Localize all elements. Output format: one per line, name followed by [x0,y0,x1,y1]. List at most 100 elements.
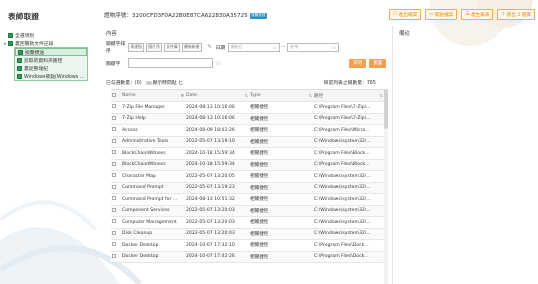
checkbox-icon[interactable] [112,104,116,109]
table-row[interactable]: Disk Cleanup 2022-05-07 13:20:03 相關捷徑 C:\Wi… [111,228,384,240]
add-button[interactable]: 新增 [349,58,367,68]
row-select-cell[interactable] [111,113,121,125]
cell-type: 相關捷徑 [249,228,313,240]
sidebar-title: 表師取證 [8,12,40,21]
select-all-cell[interactable] [111,90,121,102]
table-row[interactable]: Docker Desktop 2024-10-07 17:32:10 相關捷徑 C:\… [111,239,384,252]
row-select-cell[interactable] [111,124,121,137]
checkbox-icon[interactable] [112,219,116,224]
checkbox-icon[interactable] [8,40,13,46]
sort-tag[interactable]: 文件庫 [163,42,181,52]
pencil-icon[interactable]: ✎ [207,44,211,50]
tree-node-child[interactable]: 剪取的資料夾路徑 [15,56,87,64]
column-header-name[interactable]: Name ▼ [121,90,185,102]
table-row[interactable]: 7-Zip Help 2024-08-13 10:16:06 相關捷徑 C:\Prog… [111,113,384,125]
date-start-field[interactable]: 開始日 ▭ [227,42,280,52]
date-end-field[interactable]: 結束 ▭ [287,42,340,52]
row-select-cell[interactable] [111,228,121,240]
table-row[interactable]: 7-Zip File Manager 2024-08-13 10:16:06 相關捷… [111,101,384,114]
tree-node-child[interactable]: 檢覽撲送 [15,48,87,56]
keyword-label: 關鍵字 [106,61,121,67]
tree-node-label: Windows筱點(Windows ... [24,74,85,80]
checkbox-icon[interactable] [112,161,116,166]
sort-tag[interactable]: 表達指 [128,42,145,52]
table-row[interactable]: BlockChainWitness 2024-10-18 15:59:34 相關捷徑… [111,147,384,160]
checkbox-icon[interactable] [112,92,116,97]
row-select-cell[interactable] [111,159,121,171]
cell-path: C:\Windows\system32\... [313,228,384,240]
column-header-type[interactable]: Type ⇅ [249,90,313,102]
row-select-cell[interactable] [111,170,121,183]
cell-date: 2022-05-07 13:20:03 [185,228,249,240]
table-row[interactable]: BlockChainWitness 2024-10-18 15:59:34 相關捷徑… [111,159,384,171]
checkbox-icon[interactable] [18,49,23,55]
row-select-cell[interactable] [111,205,121,217]
scrollbar-thumb[interactable] [384,89,388,129]
checkbox-icon[interactable] [17,57,22,63]
toggle-switch[interactable] [145,80,152,85]
checkbox-icon[interactable] [17,65,22,71]
table-row[interactable]: Character Map 2022-05-07 13:20:05 相關捷徑 C:\W… [111,170,384,183]
export-file-button[interactable]: ☐ 進出檔案 [389,9,422,20]
row-select-cell[interactable] [111,136,121,148]
reset-button[interactable]: 重置 [369,58,386,68]
checkbox-icon[interactable] [8,32,13,38]
tree-node-child[interactable]: 裏從整塊紀 [15,64,87,72]
info-tag[interactable]: 常顯資訊 [249,12,268,19]
table-row[interactable]: Command Prompt for ... 2024-08-13 10:51:3… [111,193,384,206]
checkbox-icon[interactable] [112,138,116,143]
row-select-cell[interactable] [111,182,121,194]
cell-path: C:\Windows\system32\... [313,216,384,229]
filter-icon[interactable]: ▼ [181,93,184,98]
keyword-input[interactable] [128,58,213,68]
table-row[interactable]: Administrative Tools 2022-05-07 13:19:10 相… [111,136,384,148]
checkbox-icon[interactable] [112,207,116,212]
row-select-cell[interactable] [111,239,121,252]
row-select-cell[interactable] [111,193,121,206]
checkbox-icon[interactable] [112,115,116,120]
checkbox-icon[interactable] [112,230,116,235]
filter-icon[interactable]: ⇅ [245,93,248,98]
cell-name: Access [121,124,185,137]
cell-type: 相關捷徑 [249,124,313,137]
checkbox-icon[interactable] [112,127,116,132]
table-row[interactable]: Docker Desktop 2024-10-07 17:42:26 相關捷徑 C:\… [111,251,384,263]
cell-date: 2024-10-07 17:42:26 [185,251,249,263]
table-row[interactable]: Command Prompt 2022-05-07 13:19:23 相關捷徑 C:\… [111,182,384,194]
cell-type: 相關捷徑 [249,205,313,217]
filter-icon[interactable]: ⇅ [309,93,312,98]
checkbox-icon[interactable] [112,150,116,155]
checkbox-icon[interactable] [112,173,116,178]
row-select-cell[interactable] [111,251,121,263]
table-scrollbar[interactable] [384,89,388,284]
checkbox-icon[interactable] [112,184,116,189]
sort-tag[interactable]: 圖片序 [145,42,163,52]
table-row[interactable]: Access 2024-08-09 18:02:26 相關捷徑 C:\Program … [111,124,384,137]
tree-node-child[interactable]: Windows筱點(Windows ... [15,72,87,80]
tree-node-all[interactable]: 全選項別 [4,31,92,39]
cell-name: Component Services [121,205,185,217]
checkbox-icon[interactable] [17,73,22,79]
table-row[interactable]: Computer Management 2022-05-07 13:20:03 相關… [111,216,384,229]
cell-date: 2024-08-13 10:51:32 [185,193,249,206]
cell-name: Disk Cleanup [121,228,185,240]
info-icon[interactable]: ⓘ [216,60,221,67]
table-row[interactable]: Component Services 2022-05-07 13:20:03 相關捷… [111,205,384,217]
checkbox-icon[interactable] [112,253,116,258]
checkbox-icon[interactable] [112,196,116,201]
selected-count: 已勾選數量：(0) 顯示時間點 匕 [106,80,183,86]
generate-report-button[interactable]: ☰ 產生報表 [461,9,494,20]
checkbox-icon[interactable] [112,242,116,247]
sort-tag[interactable]: 最新新增 [181,42,202,52]
cell-date: 2024-08-09 18:02:26 [185,124,249,137]
export-selected-button[interactable]: ⇪ 匯出 3 選擇 [497,9,535,20]
column-header-date[interactable]: Date ⇅ [185,90,249,102]
filter-icon[interactable]: ⇅ [380,93,383,98]
tree-node-group[interactable]: ▾ 裏回簡款文件記錄 [4,39,92,47]
row-select-cell[interactable] [111,216,121,229]
open-file-button[interactable]: ▭ 開啟檔案 [425,9,458,20]
results-table-wrap: Name ▼ Date ⇅ Type ⇅ 路徑 ⇅ 7-Zip File Manager… [111,89,384,284]
row-select-cell[interactable] [111,147,121,160]
row-select-cell[interactable] [111,101,121,114]
column-header-path[interactable]: 路徑 ⇅ [313,90,384,102]
